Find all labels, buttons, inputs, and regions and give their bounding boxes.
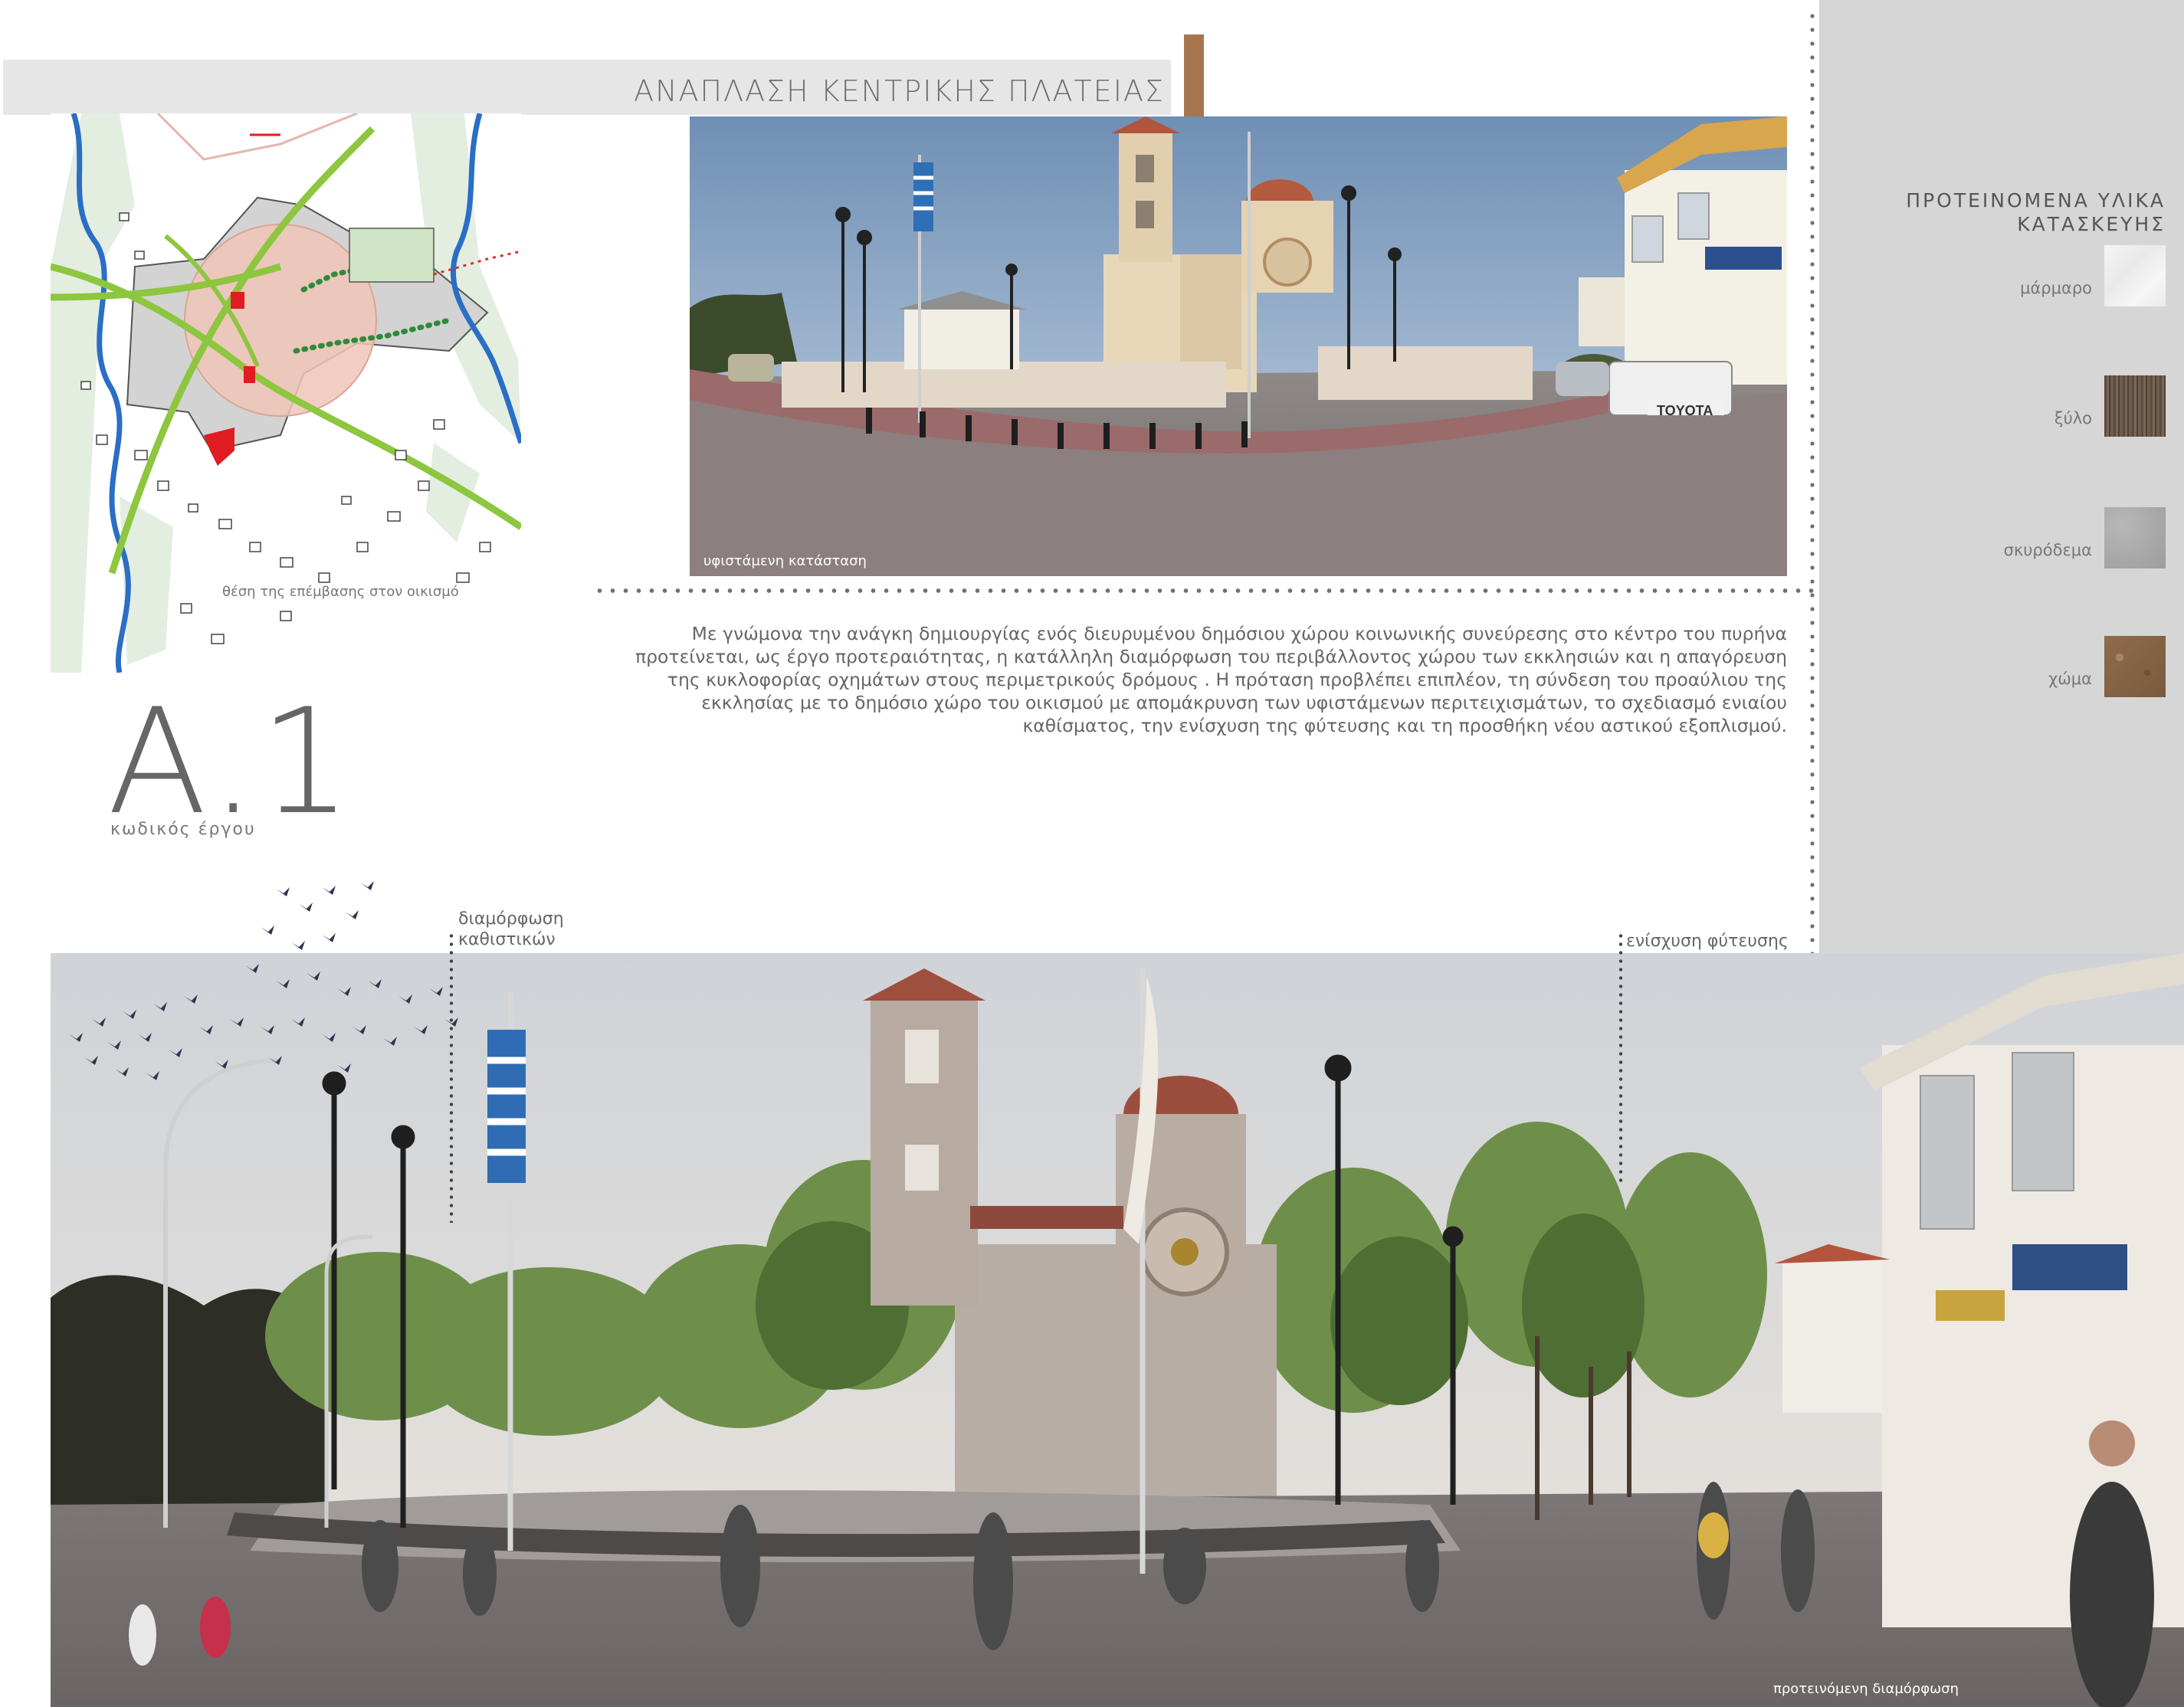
existing-condition-photo: TOYOTA υφιστάμενη κατάσταση <box>690 116 1787 576</box>
seating-annotation-line <box>449 932 454 1223</box>
seating-annotation: διαμόρφωση καθιστικών <box>458 909 564 949</box>
existing-photo-label: υφιστάμενη κατάσταση <box>703 553 867 569</box>
birds-decoration <box>69 881 458 1080</box>
material-label: χώμα <box>2048 670 2092 688</box>
planting-annotation-line <box>1618 932 1623 1184</box>
material-label: σκυρόδεμα <box>2003 541 2092 559</box>
project-code: Α.1 <box>107 677 356 847</box>
planting-annotation: ενίσχυση φύτευσης <box>1626 932 1789 951</box>
material-soil: χώμα <box>1844 636 2166 697</box>
material-label: ξύλο <box>2054 409 2092 428</box>
materials-title: ΠΡΟΤΕΙΝΟΜΕΝΑ ΥΛΙΚΑ ΚΑΤΑΣΚΕΥΗΣ <box>1906 189 2166 235</box>
materials-panel: ΠΡΟΤΕΙΝΟΜΕΝΑ ΥΛΙΚΑ ΚΑΤΑΣΚΕΥΗΣ μάρμαρο ξύ… <box>1819 0 2184 953</box>
vertical-dotted-separator <box>1809 9 1816 959</box>
horizontal-dotted-separator <box>593 587 1816 595</box>
wood-swatch <box>2104 375 2166 437</box>
page-title: ΑΝΑΠΛΑΣΗ ΚΕΝΤΡΙΚΗΣ ΠΛΑΤΕΙΑΣ <box>634 74 1165 108</box>
marble-swatch <box>2104 245 2166 306</box>
material-concrete: σκυρόδεμα <box>1844 507 2166 568</box>
material-label: μάρμαρο <box>2020 279 2092 297</box>
bird-flock <box>69 881 458 1080</box>
material-wood: ξύλο <box>1844 375 2166 437</box>
project-code-label: κωδικός έργου <box>110 820 256 839</box>
project-description: Με γνώμονα την ανάγκη δημιουργίας ενός δ… <box>635 623 1787 736</box>
proposed-photo-label: προτεινόμενη διαμόρφωση <box>1773 1681 1959 1697</box>
concrete-swatch <box>2104 507 2166 568</box>
material-marble: μάρμαρο <box>1844 245 2166 306</box>
map-caption: θέση της επέμβασης στον οικισμό <box>222 584 459 600</box>
truck-sign-text: TOYOTA <box>1657 403 1713 418</box>
existing-photo-drawing: TOYOTA <box>690 116 1787 576</box>
soil-swatch <box>2104 636 2166 697</box>
